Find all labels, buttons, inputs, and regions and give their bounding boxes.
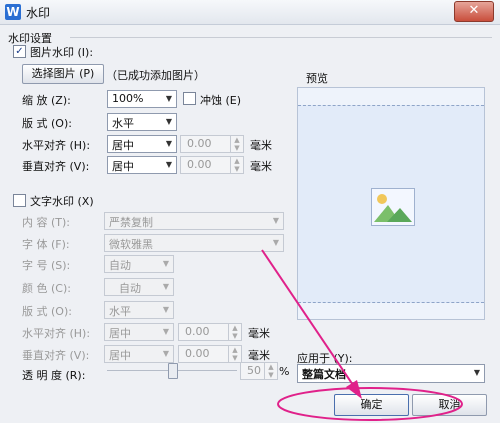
- text-v-offset-spinner[interactable]: 0.00 ▲ ▼: [178, 345, 242, 363]
- chevron-down-icon: ▼: [165, 94, 173, 103]
- apply-to-value: 整篇文档: [302, 368, 346, 381]
- picture-layout-value: 水平: [112, 117, 134, 130]
- text-watermark-label: 文字水印 (X): [30, 195, 94, 208]
- picture-h-offset-spinner[interactable]: 0.00 ▲ ▼: [180, 135, 244, 153]
- picture-h-offset-value: 0.00: [187, 137, 212, 150]
- ok-button[interactable]: 确定: [334, 394, 409, 416]
- transparency-unit: %: [279, 365, 290, 378]
- spin-arrows-icon: ▲ ▼: [264, 363, 277, 379]
- text-v-align-combo[interactable]: 居中 ▼: [104, 345, 174, 363]
- text-layout-combo[interactable]: 水平 ▼: [104, 301, 174, 319]
- color-label: 颜 色 (C):: [22, 282, 71, 295]
- chevron-down-icon: ▼: [165, 139, 173, 148]
- watermark-picture-icon: [371, 188, 415, 226]
- transparency-value: 50: [247, 364, 261, 377]
- picture-h-unit: 毫米: [250, 139, 272, 152]
- content-label: 内 容 (T):: [22, 216, 71, 229]
- dialog-title: 水印: [26, 6, 51, 20]
- select-picture-button[interactable]: 选择图片 (P): [22, 64, 104, 84]
- text-watermark-checkbox[interactable]: [13, 194, 26, 207]
- picture-added-status: （已成功添加图片）: [106, 69, 205, 82]
- picture-v-unit: 毫米: [250, 160, 272, 173]
- font-value: 微软雅黑: [109, 238, 153, 251]
- text-v-align-label: 垂直对齐 (V):: [22, 349, 90, 362]
- font-label: 字 体 (F):: [22, 238, 70, 251]
- text-h-align-value: 居中: [109, 327, 131, 340]
- preview-label: 预览: [306, 72, 328, 85]
- picture-h-align-combo[interactable]: 居中 ▼: [107, 135, 177, 153]
- picture-h-align-label: 水平对齐 (H):: [22, 139, 91, 152]
- title-bar: W 水印 ✕: [0, 0, 500, 25]
- text-layout-value: 水平: [109, 305, 131, 318]
- cancel-button[interactable]: 取消: [412, 394, 487, 416]
- picture-layout-combo[interactable]: 水平 ▼: [107, 113, 177, 131]
- text-h-offset-value: 0.00: [185, 325, 210, 338]
- text-v-offset-value: 0.00: [185, 347, 210, 360]
- chevron-down-icon: ▼: [473, 368, 481, 377]
- spin-arrows-icon: ▲ ▼: [228, 346, 241, 362]
- font-combo[interactable]: 微软雅黑 ▼: [104, 234, 284, 252]
- picture-v-offset-spinner[interactable]: 0.00 ▲ ▼: [180, 156, 244, 174]
- picture-v-offset-value: 0.00: [187, 158, 212, 171]
- chevron-down-icon: ▼: [162, 305, 170, 314]
- close-button[interactable]: ✕: [454, 1, 494, 22]
- size-label: 字 号 (S):: [22, 259, 71, 272]
- picture-v-align-combo[interactable]: 居中 ▼: [107, 156, 177, 174]
- scale-label: 缩 放 (Z):: [22, 94, 71, 107]
- text-v-align-value: 居中: [109, 349, 131, 362]
- watermark-dialog: W 水印 ✕ 水印设置 ✓ 图片水印 (I): 选择图片 (P) （已成功添加图…: [0, 0, 500, 423]
- apply-to-combo[interactable]: 整篇文档 ▼: [297, 364, 485, 383]
- washout-label: 冲蚀 (E): [200, 94, 242, 107]
- chevron-down-icon: ▼: [165, 160, 173, 169]
- chevron-down-icon: ▼: [272, 238, 280, 247]
- content-value: 严禁复制: [109, 216, 153, 229]
- chevron-down-icon: ▼: [162, 282, 170, 291]
- picture-v-align-label: 垂直对齐 (V):: [22, 160, 90, 173]
- text-h-offset-spinner[interactable]: 0.00 ▲ ▼: [178, 323, 242, 341]
- spin-arrows-icon: ▲ ▼: [228, 324, 241, 340]
- text-h-unit: 毫米: [248, 327, 270, 340]
- preview-page: [298, 105, 484, 303]
- color-value: 自动: [119, 282, 141, 295]
- text-h-align-label: 水平对齐 (H):: [22, 327, 91, 340]
- chevron-down-icon: ▼: [272, 216, 280, 225]
- size-combo[interactable]: 自动 ▼: [104, 255, 174, 273]
- text-v-unit: 毫米: [248, 349, 270, 362]
- scale-value: 100%: [112, 92, 144, 105]
- spin-arrows-icon: ▲ ▼: [230, 157, 243, 173]
- chevron-down-icon: ▼: [162, 259, 170, 268]
- transparency-label: 透 明 度 (R):: [22, 369, 86, 382]
- picture-watermark-checkbox[interactable]: ✓: [13, 45, 26, 58]
- wps-writer-icon: W: [5, 4, 21, 20]
- washout-checkbox[interactable]: [183, 92, 196, 105]
- preview-area: [297, 87, 485, 320]
- color-combo[interactable]: 自动 ▼: [104, 278, 174, 296]
- scale-combo[interactable]: 100% ▼: [107, 90, 177, 108]
- text-h-align-combo[interactable]: 居中 ▼: [104, 323, 174, 341]
- transparency-spinner[interactable]: 50 ▲ ▼: [240, 362, 278, 380]
- picture-watermark-label: 图片水印 (I):: [30, 46, 94, 59]
- spin-arrows-icon: ▲ ▼: [230, 136, 243, 152]
- content-combo[interactable]: 严禁复制 ▼: [104, 212, 284, 230]
- transparency-slider-thumb[interactable]: [168, 363, 178, 379]
- chevron-down-icon: ▼: [162, 349, 170, 358]
- chevron-down-icon: ▼: [162, 327, 170, 336]
- picture-layout-label: 版 式 (O):: [22, 117, 72, 130]
- text-layout-label: 版 式 (O):: [22, 305, 72, 318]
- chevron-down-icon: ▼: [165, 117, 173, 126]
- group-divider: [70, 37, 492, 38]
- picture-v-align-value: 居中: [112, 160, 134, 173]
- picture-h-align-value: 居中: [112, 139, 134, 152]
- size-value: 自动: [109, 259, 131, 272]
